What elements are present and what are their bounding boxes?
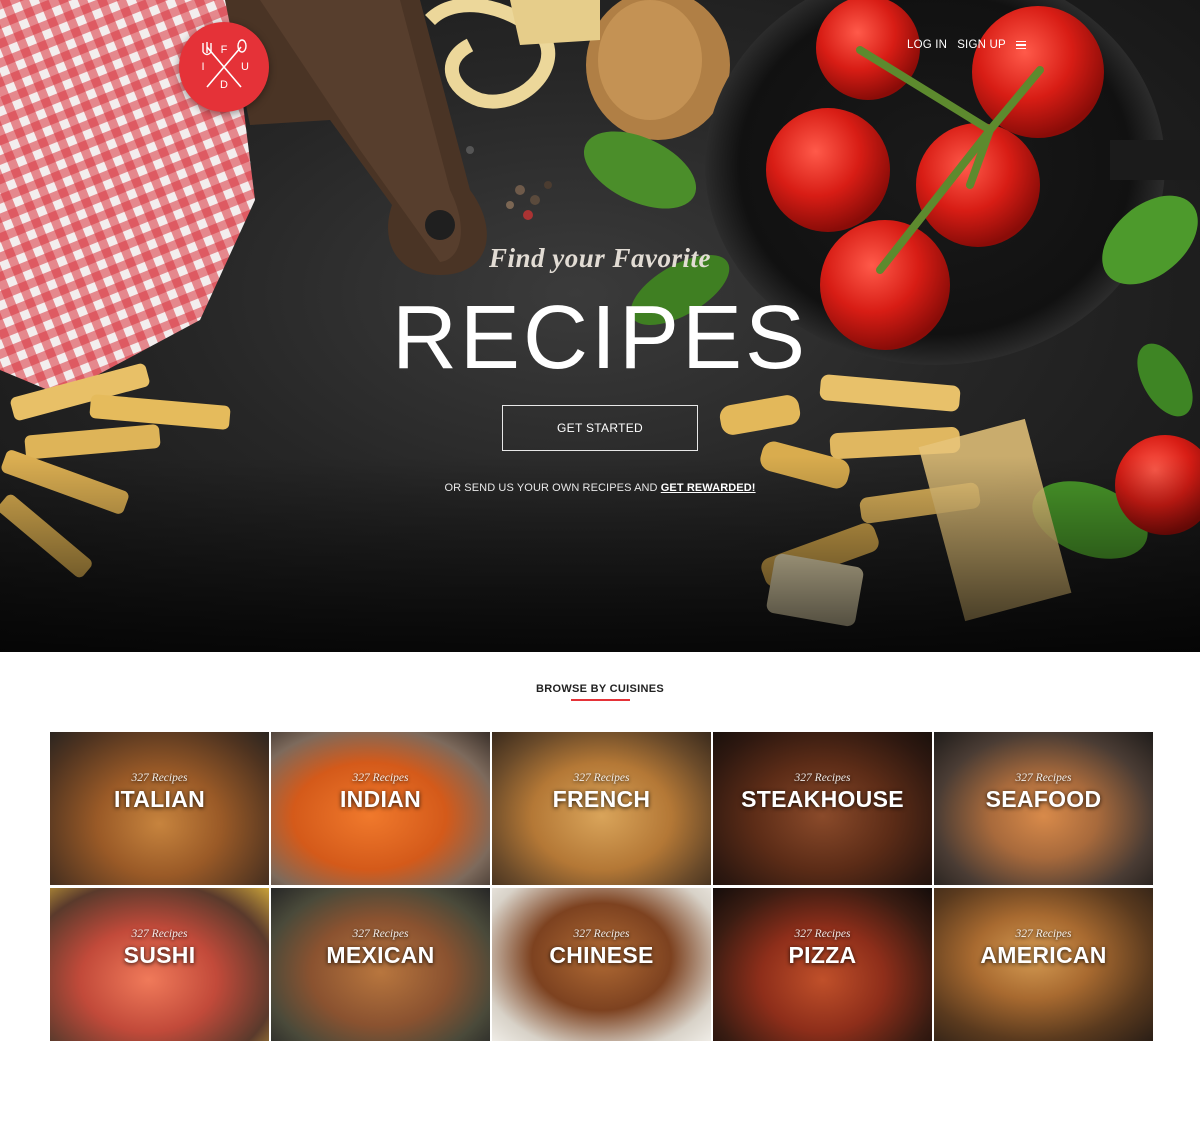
fork-spoon-icon [202,39,247,88]
cuisine-name: SEAFOOD [985,786,1102,812]
get-started-button[interactable]: GET STARTED [502,405,698,451]
cuisine-tile-seafood[interactable]: 327 Recipes SEAFOOD [934,732,1153,885]
cuisine-grid: 327 Recipes ITALIAN 327 Recipes INDIAN 3… [50,732,1153,1041]
cuisine-tile-sushi[interactable]: 327 Recipes SUSHI [50,888,269,1041]
browse-section-title: BROWSE BY CUISINES [535,683,665,695]
recipe-count: 327 Recipes [131,928,188,940]
cuisine-tile-indian[interactable]: 327 Recipes INDIAN [271,732,490,885]
logo-letter-i: I [201,61,205,73]
hero-title: RECIPES [391,288,809,388]
fud-logo[interactable]: F U D I [179,22,269,112]
recipe-count: 327 Recipes [1015,928,1072,940]
cuisine-tile-mexican[interactable]: 327 Recipes MEXICAN [271,888,490,1041]
recipe-count: 327 Recipes [573,772,630,784]
submit-recipe-text: OR SEND US YOUR OWN RECIPES AND GET REWA… [0,482,1200,494]
recipe-count: 327 Recipes [131,772,188,784]
recipe-count: 327 Recipes [794,772,851,784]
cuisine-name: AMERICAN [980,942,1107,968]
login-link[interactable]: LOG IN [907,39,947,51]
cuisine-tile-steakhouse[interactable]: 327 Recipes STEAKHOUSE [713,732,932,885]
hero-tagline: Find your Favorite [488,243,712,273]
cuisine-name: SUSHI [123,942,196,968]
section-title-underline [571,699,630,701]
recipe-count: 327 Recipes [352,772,409,784]
hamburger-menu-icon[interactable] [1015,40,1026,50]
cuisine-name: FRENCH [552,786,651,812]
cuisine-name: CHINESE [549,942,654,968]
recipe-count: 327 Recipes [573,928,630,940]
logo-letter-d: D [220,79,228,91]
recipe-count: 327 Recipes [352,928,409,940]
cuisine-name: INDIAN [339,786,422,812]
cuisine-tile-chinese[interactable]: 327 Recipes CHINESE [492,888,711,1041]
hero-section: F U D I LOG IN SIGN UP Find your Favorit… [0,0,1200,652]
submit-recipe-label: OR SEND US YOUR OWN RECIPES AND [444,482,661,494]
get-rewarded-link[interactable]: GET REWARDED! [661,482,756,494]
recipe-count: 327 Recipes [794,928,851,940]
logo-letter-u: U [241,61,249,73]
logo-letter-f: F [220,44,228,56]
cuisine-tile-pizza[interactable]: 327 Recipes PIZZA [713,888,932,1041]
signup-link[interactable]: SIGN UP [957,39,1006,51]
cuisine-tile-french[interactable]: 327 Recipes FRENCH [492,732,711,885]
cuisine-name: STEAKHOUSE [741,786,904,812]
cuisine-tile-italian[interactable]: 327 Recipes ITALIAN [50,732,269,885]
cuisine-tile-american[interactable]: 327 Recipes AMERICAN [934,888,1153,1041]
cuisine-name: MEXICAN [326,942,435,968]
top-nav: LOG IN SIGN UP [907,37,1026,53]
cuisine-name: PIZZA [788,942,857,968]
recipe-count: 327 Recipes [1015,772,1072,784]
cuisine-name: ITALIAN [113,786,206,812]
